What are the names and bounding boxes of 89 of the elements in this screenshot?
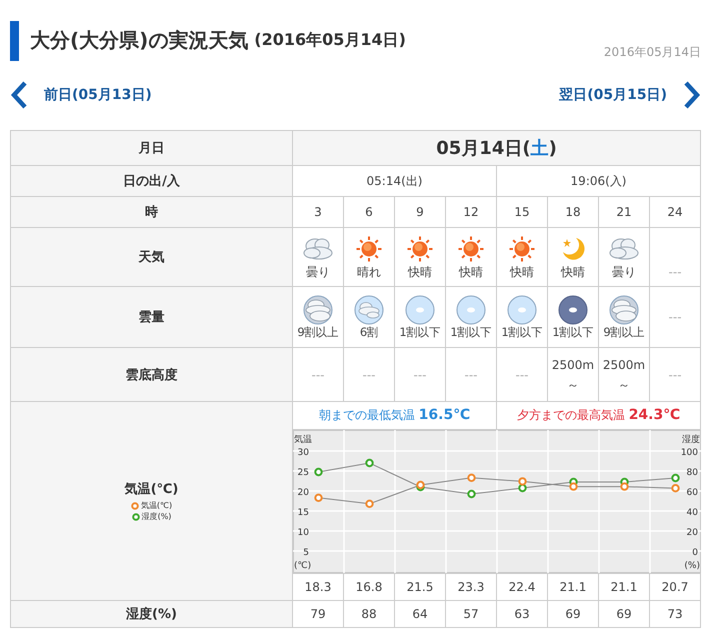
row-label: 湿度(%) (10, 600, 292, 628)
cloud-cover-label: 9割以上 (602, 324, 646, 340)
row-label: 時 (10, 196, 292, 228)
legend-label: 湿度(%) (142, 511, 172, 522)
sunset-time: 19:06(入) (496, 166, 701, 196)
humidity-cell: 63 (496, 600, 548, 628)
date-header: 05月14日(土) (292, 130, 701, 166)
hour-cell: 12 (446, 196, 496, 228)
cloud-cover-label: --- (668, 310, 683, 324)
cloud-base-height: --- (514, 368, 530, 382)
hour-cell: 6 (344, 196, 394, 228)
temperature-cell: 16.8 (344, 574, 394, 600)
weather-label: --- (668, 265, 683, 279)
hour-cell: 18 (548, 196, 598, 228)
page-title: 大分(大分県)の実況天気 (30, 27, 248, 54)
tick-label: 40 (686, 508, 698, 518)
row-label: 天気 (10, 228, 292, 286)
weather-label: 快晴 (560, 264, 586, 280)
title-accent-bar (10, 20, 19, 60)
cloud-base-height: 2500m (550, 356, 596, 374)
cloud-base-height: --- (464, 368, 478, 382)
tick-label: 20 (686, 528, 698, 538)
tick-label: 100 (680, 448, 698, 458)
cloud-cover-label: 1割以下 (551, 324, 595, 340)
axis-unit: (℃) (294, 561, 312, 571)
temperature-cell: 21.1 (598, 574, 650, 600)
hour-cell: 24 (650, 196, 701, 228)
tick-label: 5 (303, 548, 309, 558)
humidity-cell: 64 (394, 600, 446, 628)
previous-day-link[interactable]: 前日(05月13日) (44, 86, 152, 104)
cloud-cover-label: 1割以下 (500, 324, 544, 340)
title-date: (2016年05月14日) (254, 30, 406, 51)
cloud-cover-label: 9割以上 (296, 324, 340, 340)
temperature-cell: 23.3 (446, 574, 496, 600)
max-temperature: 夕方までの最高気温 24.3℃ (516, 408, 680, 422)
cloud-base-height: --- (310, 368, 326, 382)
humidity-cell: 79 (292, 600, 344, 628)
cloud-cover-label: 1割以下 (449, 324, 493, 340)
cloud-base-height: --- (668, 368, 683, 382)
tick-label: 15 (298, 508, 309, 518)
cloud-cover-label: 6割 (358, 324, 380, 340)
humidity-cell: 88 (344, 600, 394, 628)
cloud-base-height: 2500m (602, 356, 646, 374)
tick-label: 0 (692, 548, 698, 558)
humidity-cell: 57 (446, 600, 496, 628)
tilde-mark: ～ (617, 376, 631, 394)
weather-label: 晴れ (356, 264, 382, 280)
legend-label: 気温(℃) (140, 500, 172, 511)
axis-title: 湿度 (682, 435, 700, 445)
weather-label: 曇り (305, 264, 331, 280)
hour-cell: 15 (496, 196, 548, 228)
row-label: 雲底高度 (10, 348, 292, 402)
axis-title: 気温 (294, 435, 312, 445)
cloud-cover-label: 1割以下 (398, 324, 442, 340)
hour-cell: 9 (394, 196, 446, 228)
tilde-mark: ～ (566, 376, 580, 394)
weather-label: 快晴 (458, 264, 484, 280)
tick-label: 20 (298, 488, 309, 498)
weather-label: 曇り (611, 264, 637, 280)
hour-cell: 3 (292, 196, 344, 228)
chevron-left-icon[interactable] (10, 80, 28, 110)
row-label: 気温(℃) (124, 481, 178, 498)
temperature-cell: 22.4 (496, 574, 548, 600)
temperature-cell: 21.5 (394, 574, 446, 600)
humidity-cell: 69 (598, 600, 650, 628)
temperature-cell: 18.3 (292, 574, 344, 600)
axis-unit: (%) (684, 561, 700, 571)
cloud-base-height: --- (362, 368, 376, 382)
tick-label: 25 (298, 468, 309, 478)
min-temperature: 朝までの最低気温 16.5℃ (318, 408, 470, 422)
cloud-base-height: --- (412, 368, 428, 382)
weather-label: 快晴 (508, 264, 535, 280)
weather-label: 快晴 (406, 264, 433, 280)
tick-label: 80 (686, 468, 698, 478)
humidity-cell: 73 (650, 600, 701, 628)
tick-label: 60 (686, 488, 698, 498)
updated-date: 2016年05月14日 (604, 44, 701, 61)
temperature-cell: 21.1 (548, 574, 598, 600)
hour-cell: 21 (598, 196, 650, 228)
tick-label: 10 (298, 528, 309, 538)
temperature-cell: 20.7 (650, 574, 701, 600)
tick-label: 30 (298, 448, 309, 458)
chevron-right-icon[interactable] (683, 80, 701, 110)
humidity-cell: 69 (548, 600, 598, 628)
next-day-link[interactable]: 翌日(05月15日) (559, 86, 667, 104)
row-label: 雲量 (10, 286, 292, 348)
sunrise-time: 05:14(出) (292, 166, 496, 196)
row-label: 日の出/入 (10, 166, 292, 196)
row-label: 月日 (10, 130, 292, 166)
